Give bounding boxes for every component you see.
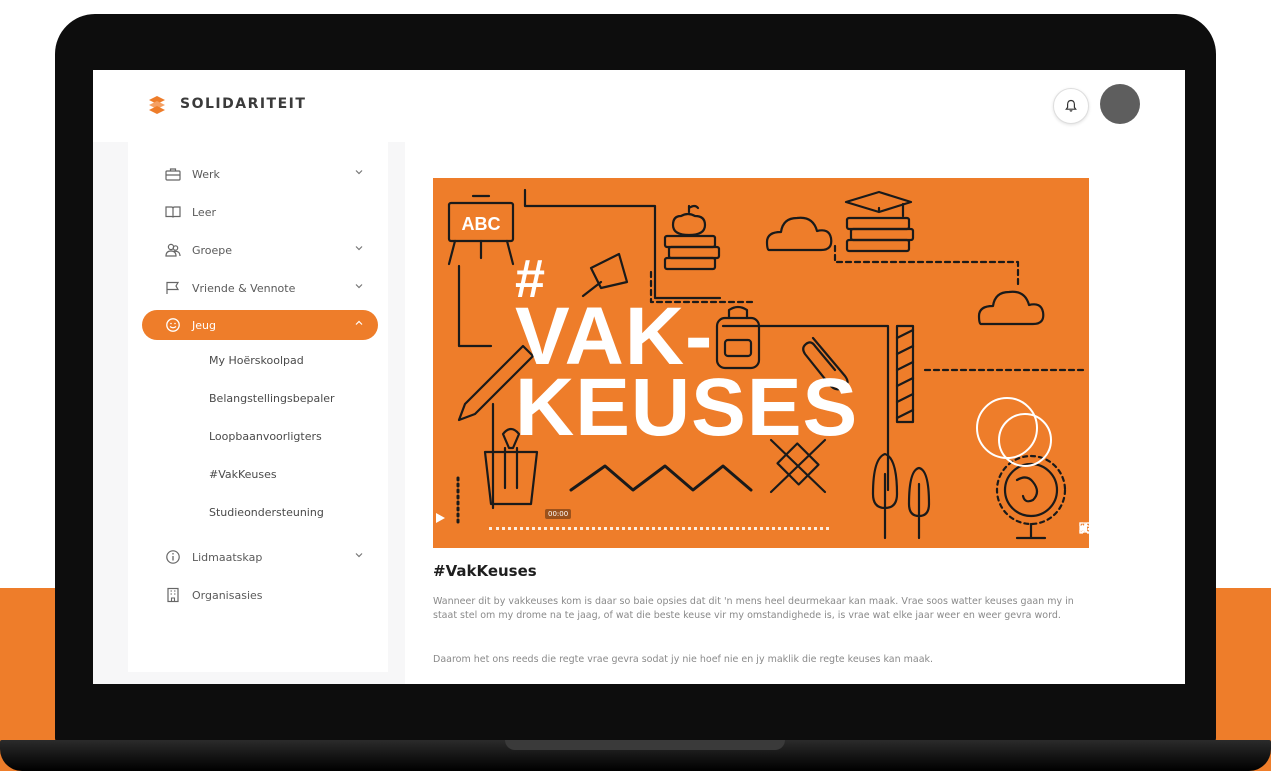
- chevron-down-icon[interactable]: [354, 243, 364, 253]
- solidariteit-logo-icon[interactable]: [146, 94, 168, 116]
- user-avatar[interactable]: [1100, 84, 1140, 124]
- chevron-down-icon[interactable]: [354, 550, 364, 560]
- sidebar: Werk Leer Groepe Vriende & Vennote Jeug …: [128, 142, 388, 672]
- sub-item-studieondersteuning[interactable]: Studieondersteuning: [209, 506, 324, 519]
- chevron-down-icon[interactable]: [354, 281, 364, 291]
- notifications-button[interactable]: [1053, 88, 1089, 124]
- sidebar-item-label: Werk: [192, 167, 220, 181]
- smiley-icon: [162, 316, 184, 334]
- sidebar-item-groepe[interactable]: Groepe: [142, 235, 378, 265]
- sub-item-belangstellingsbepaler[interactable]: Belangstellingsbepaler: [209, 392, 335, 405]
- time-tooltip: 00:00: [545, 509, 572, 519]
- sidebar-item-leer[interactable]: Leer: [142, 197, 378, 227]
- video-hero-title: # VAK- KEUSES: [515, 252, 859, 453]
- main-content: ABC # VAK- KEUSES 00:00 #VakKeuses Wanne…: [405, 142, 1185, 684]
- sidebar-item-lidmaatskap[interactable]: Lidmaatskap: [142, 542, 378, 572]
- play-icon[interactable]: [433, 511, 447, 525]
- sub-item-vakkeuses[interactable]: #VakKeuses: [209, 468, 277, 481]
- sidebar-item-label: Jeug: [192, 318, 216, 332]
- info-icon: [162, 548, 184, 566]
- sidebar-item-label: Leer: [192, 205, 216, 219]
- book-icon: [162, 203, 184, 221]
- sidebar-item-label: Vriende & Vennote: [192, 281, 296, 295]
- brand-name: SOLIDARITEIT: [180, 96, 307, 112]
- chevron-down-icon[interactable]: [354, 167, 364, 177]
- sidebar-item-label: Organisasies: [192, 588, 263, 602]
- app-screen: SOLIDARITEIT Werk Leer Groepe Vriende & …: [93, 70, 1185, 684]
- sidebar-item-vriende-vennote[interactable]: Vriende & Vennote: [142, 273, 378, 303]
- sub-item-loopbaanvoorligters[interactable]: Loopbaanvoorligters: [209, 430, 322, 443]
- board-abc-text: ABC: [462, 214, 501, 234]
- sidebar-item-label: Groepe: [192, 243, 233, 257]
- fullscreen-icon[interactable]: [1079, 522, 1089, 534]
- sidebar-item-label: Lidmaatskap: [192, 550, 263, 564]
- hero-line-2: KEUSES: [515, 361, 859, 453]
- content-paragraph-2: Daarom het ons reeds die regte vrae gevr…: [433, 654, 934, 665]
- flag-icon: [162, 279, 184, 297]
- video-progress-bar[interactable]: [489, 527, 829, 533]
- sub-item-hoerskoolpad[interactable]: My Hoërskoolpad: [209, 354, 304, 367]
- briefcase-icon: [162, 165, 184, 183]
- building-icon: [162, 586, 184, 604]
- laptop-base: [0, 740, 1271, 771]
- laptop-hinge-notch: [505, 740, 785, 750]
- chevron-up-icon[interactable]: [354, 318, 364, 328]
- content-title: #VakKeuses: [433, 562, 537, 580]
- bell-icon: [1065, 99, 1077, 112]
- video-player[interactable]: ABC # VAK- KEUSES 00:00: [433, 178, 1089, 548]
- content-paragraph-1: Wanneer dit by vakkeuses kom is daar so …: [433, 596, 1074, 621]
- sidebar-item-organisasies[interactable]: Organisasies: [142, 580, 378, 610]
- users-icon: [162, 241, 184, 259]
- top-bar: SOLIDARITEIT: [93, 70, 1185, 142]
- sidebar-item-jeug[interactable]: Jeug: [142, 310, 378, 340]
- video-controls: 00:00: [433, 509, 1089, 548]
- sidebar-item-werk[interactable]: Werk: [142, 159, 378, 189]
